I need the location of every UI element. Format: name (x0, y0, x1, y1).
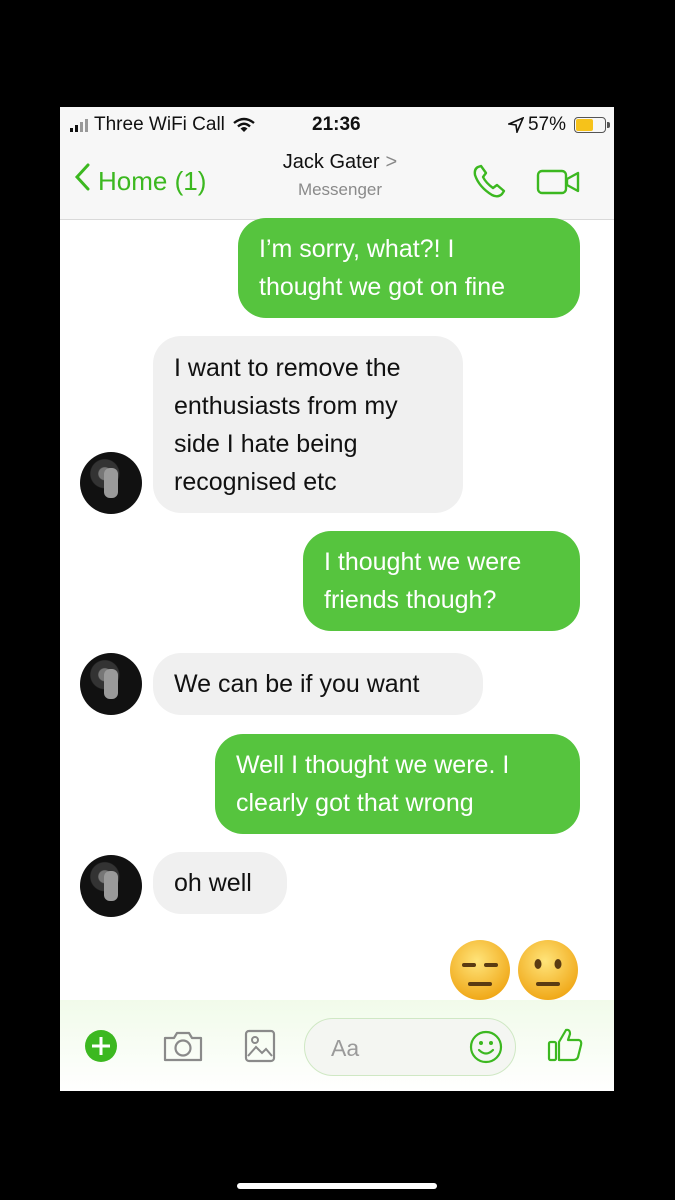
signal-icon (70, 118, 88, 132)
messenger-screen: Three WiFi Call 21:36 57% Home (1) Jack … (60, 107, 614, 1091)
thumbs-up-icon[interactable] (545, 1025, 585, 1065)
status-bar: Three WiFi Call 21:36 57% (60, 107, 614, 145)
message-text: clearly got that wrong (236, 789, 474, 817)
clock: 21:36 (312, 114, 361, 135)
message-incoming[interactable]: We can be if you want (153, 653, 483, 715)
message-text: I thought we were (324, 548, 522, 576)
message-text: side I hate being (174, 430, 358, 458)
contact-title[interactable]: Jack Gater > Messenger (240, 151, 440, 200)
message-text: I’m sorry, what?! I (259, 235, 455, 263)
video-icon[interactable] (536, 167, 582, 197)
message-text: recognised etc (174, 468, 337, 496)
message-text: friends though? (324, 586, 497, 614)
message-text: thought we got on fine (259, 273, 506, 301)
carrier: Three WiFi Call (70, 114, 255, 136)
contact-name: Jack Gater (282, 151, 380, 173)
home-indicator[interactable] (237, 1183, 437, 1189)
image-icon[interactable] (243, 1028, 277, 1064)
back-button[interactable]: Home (1) (74, 163, 206, 199)
message-text: We can be if you want (174, 670, 420, 698)
battery-percent: 57% (527, 114, 566, 135)
message-outgoing[interactable]: I thought we were friends though? (303, 531, 580, 631)
wifi-icon (233, 117, 255, 132)
neutral-face-emoji (518, 940, 578, 1000)
message-text: I want to remove the (174, 354, 401, 382)
message-outgoing[interactable]: I’m sorry, what?! I thought we got on fi… (238, 218, 580, 318)
phone-icon[interactable] (470, 161, 510, 201)
message-input[interactable]: Aa (304, 1018, 516, 1076)
contact-subtitle: Messenger (297, 180, 383, 199)
message-text: Well I thought we were. I (236, 751, 510, 779)
chevron-left-icon (74, 161, 90, 197)
back-label: Home (1) (98, 165, 207, 196)
conversation-header: Home (1) Jack Gater > Messenger (60, 145, 614, 220)
status-right: 57% (507, 114, 610, 136)
message-outgoing[interactable]: Well I thought we were. I clearly got th… (215, 734, 580, 834)
battery-icon (574, 117, 610, 133)
location-arrow-icon (507, 117, 524, 133)
message-input-placeholder: Aa (331, 1035, 360, 1061)
expressionless-face-emoji (450, 940, 510, 1000)
smiley-icon[interactable] (469, 1030, 503, 1064)
avatar[interactable] (80, 452, 142, 514)
message-text: enthusiasts from my (174, 392, 398, 420)
message-incoming[interactable]: I want to remove the enthusiasts from my… (153, 336, 463, 513)
plus-icon[interactable] (84, 1029, 118, 1063)
avatar[interactable] (80, 855, 142, 917)
carrier-label: Three WiFi Call (94, 114, 225, 135)
camera-icon[interactable] (161, 1028, 205, 1064)
composer-bar: Aa (60, 1000, 614, 1091)
avatar[interactable] (80, 653, 142, 715)
chevron-right-icon: > (385, 151, 398, 173)
battery-fill (576, 119, 594, 131)
message-text: oh well (174, 869, 252, 897)
message-incoming[interactable]: oh well (153, 852, 287, 914)
